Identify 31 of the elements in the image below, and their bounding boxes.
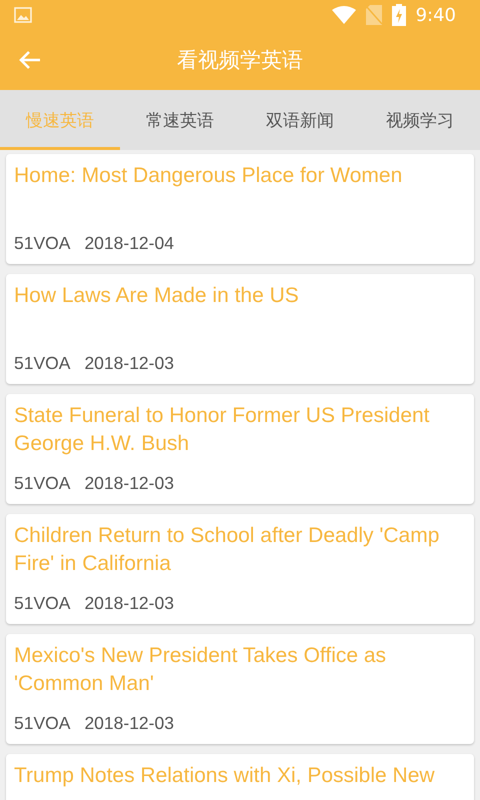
article-card[interactable]: Home: Most Dangerous Place for Women 51VOA 2018-12-04 <box>6 154 474 264</box>
article-date: 2018-12-03 <box>84 713 174 734</box>
clock-time: 9:40 <box>416 4 456 26</box>
image-icon <box>14 7 32 23</box>
article-title: Mexico's New President Takes Office as 'Common Man' <box>14 643 388 697</box>
category-tab[interactable]: 常速英语 <box>120 90 240 150</box>
article-source: 51VOA <box>14 473 70 494</box>
battery-charging-icon <box>392 4 406 26</box>
article-source: 51VOA <box>14 233 70 254</box>
category-tab[interactable]: 双语新闻 <box>240 90 360 150</box>
no-sim-icon <box>366 5 382 25</box>
article-date: 2018-12-04 <box>84 233 174 254</box>
article-card[interactable]: Children Return to School after Deadly 'Camp Fire' in California 51VOA 2018-12-03 <box>6 514 474 624</box>
page-title: 看视频学英语 <box>177 47 303 74</box>
article-card[interactable]: State Funeral to Honor Former US President George H.W. Bush 51VOA 2018-12-03 <box>6 394 474 504</box>
article-source: 51VOA <box>14 713 70 734</box>
article-source: 51VOA <box>14 593 70 614</box>
back-arrow-icon <box>18 50 42 70</box>
article-date: 2018-12-03 <box>84 473 174 494</box>
article-title: Children Return to School after Deadly 'Camp Fire' in California <box>14 523 440 577</box>
article-title: How Laws Are Made in the US <box>14 283 300 309</box>
article-card[interactable]: How Laws Are Made in the US 51VOA 2018-12-03 <box>6 274 474 384</box>
article-source: 51VOA <box>14 353 70 374</box>
article-card[interactable]: Mexico's New President Takes Office as 'Common Man' 51VOA 2018-12-03 <box>6 634 474 744</box>
category-tab[interactable]: 视频学习 <box>360 90 480 150</box>
wifi-icon <box>332 6 356 24</box>
article-date: 2018-12-03 <box>84 353 174 374</box>
article-date: 2018-12-03 <box>84 593 174 614</box>
article-title: State Funeral to Honor Former US President George H.W. Bush <box>14 403 431 457</box>
article-title: Home: Most Dangerous Place for Women <box>14 163 404 189</box>
article-title: Trump Notes Relations with Xi, Possible New <box>14 763 436 789</box>
